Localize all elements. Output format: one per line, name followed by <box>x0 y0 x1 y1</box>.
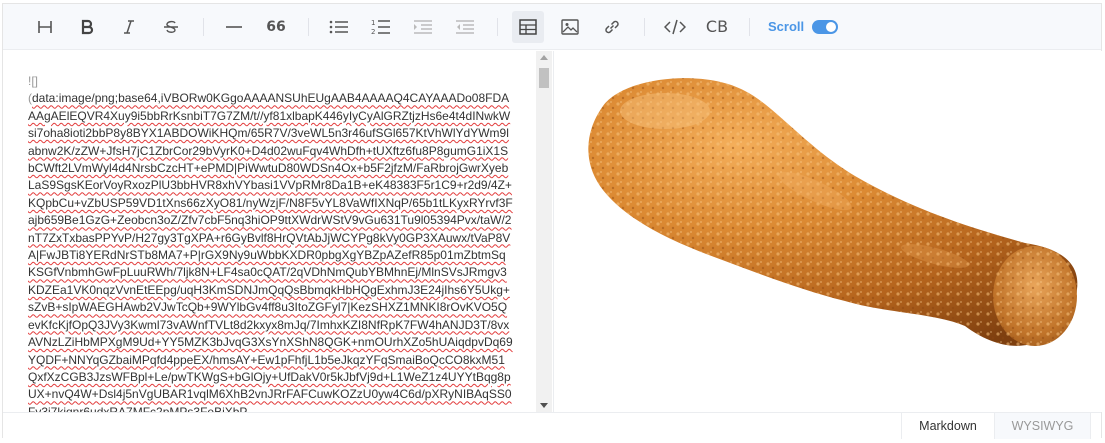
quote-label: 66 <box>266 18 286 35</box>
markdown-pane[interactable]: ![] (data:image/png;base64,iVBORw0KGgoAA… <box>3 51 554 412</box>
data-uri-prefix: data:image/png;base64 <box>32 91 158 106</box>
wysiwyg-mode-tab[interactable]: WYSIWYG <box>995 413 1091 439</box>
outdent-icon[interactable] <box>449 11 481 43</box>
image-icon[interactable] <box>554 11 586 43</box>
scrollbar-thumb[interactable] <box>539 68 549 88</box>
scroll-sync-label: Scroll <box>768 19 805 34</box>
italic-icon[interactable] <box>113 11 145 43</box>
image-data-uri: (data:image/png;base64,iVBORw0KGgoAAAANS… <box>28 90 513 412</box>
scroll-up-icon[interactable] <box>540 55 548 60</box>
codeblock-label: CB <box>705 17 729 36</box>
bullet-list-icon[interactable] <box>323 11 355 43</box>
toolbar-divider <box>644 17 645 36</box>
heading-icon[interactable] <box>29 11 61 43</box>
toolbar-divider <box>203 17 204 36</box>
link-icon[interactable] <box>596 11 628 43</box>
numbered-list-icon[interactable]: 12 <box>365 11 397 43</box>
strikethrough-icon[interactable] <box>155 11 187 43</box>
vertical-scrollbar[interactable] <box>536 51 552 412</box>
indent-icon[interactable] <box>407 11 439 43</box>
svg-text:2: 2 <box>371 28 375 36</box>
code-icon[interactable] <box>659 11 691 43</box>
bold-icon[interactable] <box>71 11 103 43</box>
scroll-down-icon[interactable] <box>540 403 548 408</box>
markdown-editor: 66 12 CB Scroll ![] (data:image/png;base… <box>2 3 1102 439</box>
svg-text:1: 1 <box>371 19 375 27</box>
preview-pane <box>555 51 1102 412</box>
scroll-sync-toggle[interactable] <box>812 19 839 34</box>
codeblock-icon[interactable]: CB <box>701 11 733 43</box>
image-syntax-line: ![] <box>28 74 39 88</box>
horizontal-rule-icon[interactable] <box>218 11 250 43</box>
toolbar-divider <box>308 17 309 36</box>
fried-chicken-image <box>588 78 1078 346</box>
table-icon[interactable] <box>512 10 544 43</box>
mode-switch-bar: Markdown WYSIWYG <box>3 412 1101 439</box>
markdown-source[interactable]: ![] (data:image/png;base64,iVBORw0KGgoAA… <box>28 73 513 412</box>
quote-icon[interactable]: 66 <box>260 11 292 43</box>
base64-body: ,iVBORw0KGgoAAAANSUhEUgAAB4AAAAQ4CAYAAAD… <box>28 91 513 412</box>
toolbar-divider <box>749 17 750 36</box>
editor-toolbar: 66 12 CB Scroll <box>3 4 1101 50</box>
toolbar-divider <box>497 17 498 36</box>
markdown-mode-tab[interactable]: Markdown <box>901 413 995 439</box>
